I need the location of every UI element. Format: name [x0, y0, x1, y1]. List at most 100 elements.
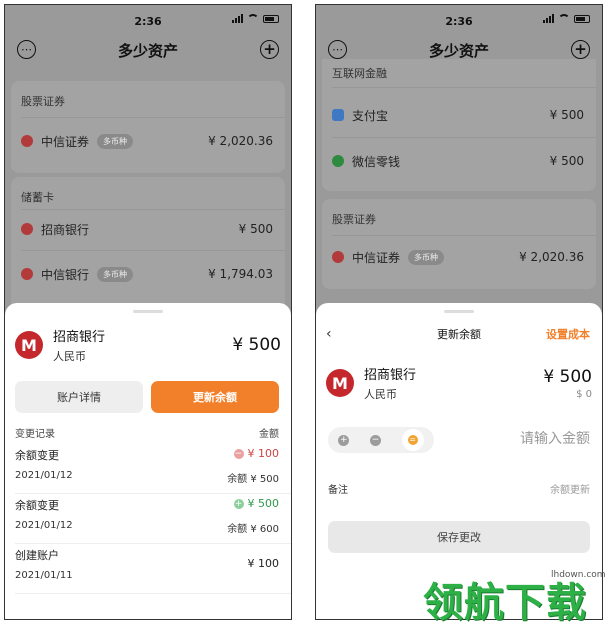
record-change: ¥ 100 [247, 447, 280, 460]
page-title: 多少资产 [117, 41, 178, 60]
asset-amount: ¥ 2,020.36 [519, 250, 584, 264]
amount-label: 金额 [259, 429, 279, 440]
asset-name: 微信零钱 [352, 154, 401, 169]
asset-name: 中信银行 [41, 267, 90, 282]
records-label: 变更记录 [15, 429, 55, 440]
page-title: 多少资产 [428, 41, 489, 60]
watermark: 领航下载 lhdown.com [423, 568, 605, 626]
section-title: 股票证券 [332, 213, 376, 226]
record-balance: 余额 ¥ 600 [227, 524, 279, 535]
section-title: 互联网金融 [332, 67, 387, 80]
wifi-icon [247, 14, 259, 23]
equals-operator-icon[interactable]: = [401, 429, 424, 451]
wechat-logo-icon [332, 155, 344, 167]
watermark-url: lhdown.com [551, 570, 605, 580]
record-date: 2021/01/12 [15, 470, 73, 481]
more-icon[interactable]: ⋯ [17, 40, 36, 59]
add-icon[interactable]: + [571, 40, 590, 59]
asset-name: 支付宝 [352, 108, 389, 123]
more-icon[interactable]: ⋯ [328, 40, 347, 59]
bank-name: 招商银行 [53, 330, 106, 345]
asset-row-citic-bank[interactable]: 中信银行 多币种 ¥ 1,794.03 [21, 260, 273, 288]
save-changes-button[interactable]: 保存更改 [328, 521, 590, 553]
amount-input[interactable] [440, 431, 590, 447]
sheet-nav: ‹ 更新余额 设置成本 [316, 323, 602, 345]
sheet-grabber[interactable] [133, 310, 163, 313]
stocks-card: 股票证券 中信证券 多币种 ¥ 2,020.36 [322, 199, 596, 289]
record-row[interactable]: 余额变更 − ¥ 100 2021/01/12 余额 ¥ 500 [15, 443, 279, 491]
operator-selector: + − = [328, 427, 434, 453]
asset-row-alipay[interactable]: 支付宝 ¥ 500 [332, 101, 584, 129]
asset-amount: ¥ 500 [549, 108, 584, 122]
bank-name: 招商银行 [364, 368, 417, 383]
record-change: ¥ 500 [247, 497, 280, 510]
record-row[interactable]: 创建账户 ¥ 100 2021/01/11 [15, 543, 279, 591]
bank-balance: ¥ 500 [232, 335, 281, 355]
bank-header: M 招商银行 人民币 ¥ 500 [15, 327, 281, 363]
citic-bank-logo-icon [21, 268, 33, 280]
bank-currency: 人民币 [53, 350, 86, 363]
stocks-card: 股票证券 中信证券 多币种 ¥ 2,020.36 [11, 81, 285, 173]
internet-finance-card: 互联网金融 支付宝 ¥ 500 微信零钱 ¥ 500 [322, 59, 596, 191]
account-detail-sheet: M 招商银行 人民币 ¥ 500 账户详情 更新余额 变更记录 金额 余额变更 … [5, 303, 291, 619]
bank-header: M 招商银行 人民币 ¥ 500 $ 0 [326, 365, 592, 401]
section-title: 储蓄卡 [21, 191, 54, 204]
subtract-operator-icon[interactable]: − [369, 434, 381, 446]
account-details-button[interactable]: 账户详情 [15, 381, 143, 413]
record-title: 创建账户 [15, 549, 59, 562]
bank-currency: 人民币 [364, 388, 397, 401]
add-icon[interactable]: + [260, 40, 279, 59]
bank-balance-usd: $ 0 [576, 388, 592, 400]
asset-amount: ¥ 500 [549, 154, 584, 168]
asset-row-wechat[interactable]: 微信零钱 ¥ 500 [332, 147, 584, 175]
back-icon[interactable]: ‹ [326, 326, 332, 342]
status-bar: 2:36 [5, 5, 291, 31]
sheet-grabber[interactable] [444, 310, 474, 313]
signal-icon [543, 14, 554, 23]
records-header: 变更记录 金额 [15, 425, 279, 440]
record-change: ¥ 100 [247, 557, 280, 570]
asset-name: 中信证券 [41, 134, 90, 149]
multi-currency-badge: 多币种 [408, 249, 445, 265]
record-row[interactable]: 余额变更 + ¥ 500 2021/01/12 余额 ¥ 600 [15, 493, 279, 541]
right-phone-screen: 2:36 ⋯ 多少资产 + 互联网金融 支付宝 ¥ 500 微信零钱 ¥ 500… [315, 4, 603, 620]
cmb-logo-icon: M [15, 331, 43, 359]
cmb-logo-icon: M [326, 369, 354, 397]
section-title: 股票证券 [21, 95, 65, 108]
wifi-icon [558, 14, 570, 23]
add-operator-icon[interactable]: + [338, 434, 350, 446]
record-date: 2021/01/11 [15, 570, 73, 581]
minus-icon: − [233, 448, 244, 459]
asset-name: 招商银行 [41, 222, 90, 237]
asset-name: 中信证券 [352, 250, 401, 265]
record-title: 余额变更 [15, 499, 59, 512]
left-phone-screen: 2:36 ⋯ 多少资产 + 股票证券 中信证券 多币种 ¥ 2,020.36 储… [4, 4, 292, 620]
set-cost-button[interactable]: 设置成本 [546, 326, 590, 342]
asset-amount: ¥ 1,794.03 [208, 267, 273, 281]
cmb-logo-icon [21, 223, 33, 235]
asset-row-citic-securities[interactable]: 中信证券 多币种 ¥ 2,020.36 [332, 243, 584, 271]
savings-card: 储蓄卡 招商银行 ¥ 500 中信银行 多币种 ¥ 1,794.03 [11, 177, 285, 317]
asset-row-cmb[interactable]: 招商银行 ¥ 500 [21, 215, 273, 243]
citic-logo-icon [21, 135, 33, 147]
note-row[interactable]: 备注 余额更新 [328, 481, 590, 496]
asset-row-citic-securities[interactable]: 中信证券 多币种 ¥ 2,020.36 [21, 127, 273, 155]
signal-icon [232, 14, 243, 23]
asset-amount: ¥ 2,020.36 [208, 134, 273, 148]
bank-balance: ¥ 500 [543, 366, 592, 387]
record-date: 2021/01/12 [15, 520, 73, 531]
update-balance-button[interactable]: 更新余额 [151, 381, 279, 413]
record-balance: 余额 ¥ 500 [227, 474, 279, 485]
citic-logo-icon [332, 251, 344, 263]
battery-icon [263, 14, 279, 23]
multi-currency-badge: 多币种 [97, 266, 134, 282]
multi-currency-badge: 多币种 [97, 133, 134, 149]
nav-bar: ⋯ 多少资产 + [5, 31, 291, 69]
note-placeholder: 余额更新 [550, 485, 590, 496]
record-title: 余额变更 [15, 449, 59, 462]
status-bar: 2:36 [316, 5, 602, 31]
asset-amount: ¥ 500 [238, 222, 273, 236]
plus-icon: + [233, 498, 244, 509]
alipay-logo-icon [332, 109, 344, 121]
sheet-title: 更新余额 [437, 328, 481, 341]
